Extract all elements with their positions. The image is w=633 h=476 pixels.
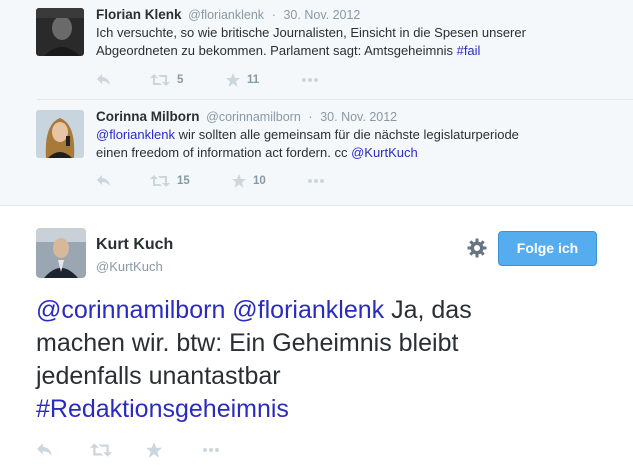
- avatar[interactable]: [36, 8, 84, 56]
- user-actions-button[interactable]: [467, 238, 487, 258]
- hashtag-link[interactable]: #fail: [457, 43, 481, 58]
- tweet-header: Corinna Milborn @corinnamilborn · 30. No…: [96, 109, 397, 124]
- context-tweet[interactable]: Corinna Milborn @corinnamilborn · 30. No…: [0, 100, 633, 206]
- retweet-icon: [150, 74, 170, 86]
- reply-button[interactable]: [96, 72, 112, 88]
- more-icon: [203, 448, 219, 452]
- more-icon: [302, 78, 318, 82]
- tweet-text-span: wir sollten alle gemeinsam für die nächs…: [174, 127, 519, 142]
- separator: ·: [308, 110, 313, 124]
- reply-icon: [97, 74, 110, 85]
- favorite-count: 10: [253, 175, 266, 187]
- mention-link[interactable]: @florianklenk: [96, 127, 175, 142]
- retweet-button[interactable]: 15: [150, 173, 190, 189]
- tweet-line: einen freedom of information act fordern…: [96, 144, 616, 162]
- tweet-line: @corinnamilborn @florianklenk Ja, das: [36, 294, 616, 327]
- mention-link[interactable]: @KurtKuch: [351, 145, 418, 160]
- tweet-text: @florianklenk wir sollten alle gemeinsam…: [96, 126, 616, 162]
- reply-button[interactable]: [96, 173, 112, 189]
- user-name[interactable]: Florian Klenk: [96, 7, 182, 22]
- retweet-count: 15: [177, 175, 190, 187]
- avatar[interactable]: [36, 228, 86, 278]
- more-button[interactable]: [308, 173, 324, 189]
- tweet-text-span: Abgeordneten zu bekommen. Parlament sagt…: [96, 43, 457, 58]
- reply-icon: [97, 175, 110, 186]
- context-tweet[interactable]: Florian Klenk @florianklenk · 30. Nov. 2…: [0, 0, 633, 100]
- retweet-icon: [90, 443, 112, 457]
- mention-link[interactable]: @corinnamilborn: [36, 296, 225, 324]
- more-icon: [308, 179, 324, 183]
- favorite-icon: [146, 442, 162, 458]
- favorite-icon: [226, 73, 240, 87]
- more-button[interactable]: [202, 440, 220, 460]
- mention-link[interactable]: @florianklenk: [232, 296, 384, 324]
- divider: [0, 205, 633, 206]
- tweet-line: jedenfalls unantastbar: [36, 362, 281, 390]
- user-name[interactable]: Kurt Kuch: [96, 236, 173, 254]
- tweet-text-span: einen freedom of information act fordern…: [96, 145, 352, 160]
- tweet-header: Florian Klenk @florianklenk · 30. Nov. 2…: [96, 7, 360, 22]
- user-handle[interactable]: @KurtKuch: [96, 259, 163, 274]
- tweet-text: Ich versuchte, so wie britische Journali…: [96, 24, 616, 60]
- more-button[interactable]: [302, 72, 318, 88]
- favorite-icon: [232, 174, 246, 188]
- favorite-button[interactable]: 10: [232, 173, 266, 189]
- favorite-button[interactable]: 11: [226, 72, 259, 88]
- user-handle[interactable]: @corinnamilborn: [206, 110, 301, 124]
- tweet-date[interactable]: 30. Nov. 2012: [320, 110, 397, 124]
- tweet-date[interactable]: 30. Nov. 2012: [283, 8, 360, 22]
- user-name[interactable]: Corinna Milborn: [96, 109, 200, 124]
- retweet-button[interactable]: 5: [150, 72, 183, 88]
- avatar[interactable]: [36, 110, 84, 158]
- tweet-text: @corinnamilborn @florianklenk Ja, das ma…: [36, 294, 616, 426]
- tweet-line: Abgeordneten zu bekommen. Parlament sagt…: [96, 42, 616, 60]
- tweet-line: #Redaktionsgeheimnis: [36, 393, 616, 426]
- reply-icon: [37, 443, 52, 456]
- user-handle[interactable]: @florianklenk: [188, 8, 264, 22]
- separator: ·: [271, 8, 276, 22]
- favorite-button[interactable]: [146, 440, 162, 460]
- reply-button[interactable]: [36, 440, 54, 460]
- follow-button[interactable]: Folge ich: [498, 231, 597, 266]
- gear-icon: [467, 238, 487, 258]
- tweet-line: @florianklenk wir sollten alle gemeinsam…: [96, 126, 616, 144]
- conversation-context: Florian Klenk @florianklenk · 30. Nov. 2…: [0, 0, 633, 206]
- tweet-text-span: Ja, das: [384, 296, 472, 324]
- tweet-line: Ich versuchte, so wie britische Journali…: [96, 25, 526, 40]
- retweet-button[interactable]: [90, 440, 112, 460]
- retweet-icon: [150, 175, 170, 187]
- favorite-count: 11: [247, 74, 260, 86]
- tweet-line: machen wir. btw: Ein Geheimnis bleibt: [36, 329, 459, 357]
- retweet-count: 5: [177, 74, 184, 86]
- hashtag-link[interactable]: #Redaktionsgeheimnis: [36, 395, 289, 423]
